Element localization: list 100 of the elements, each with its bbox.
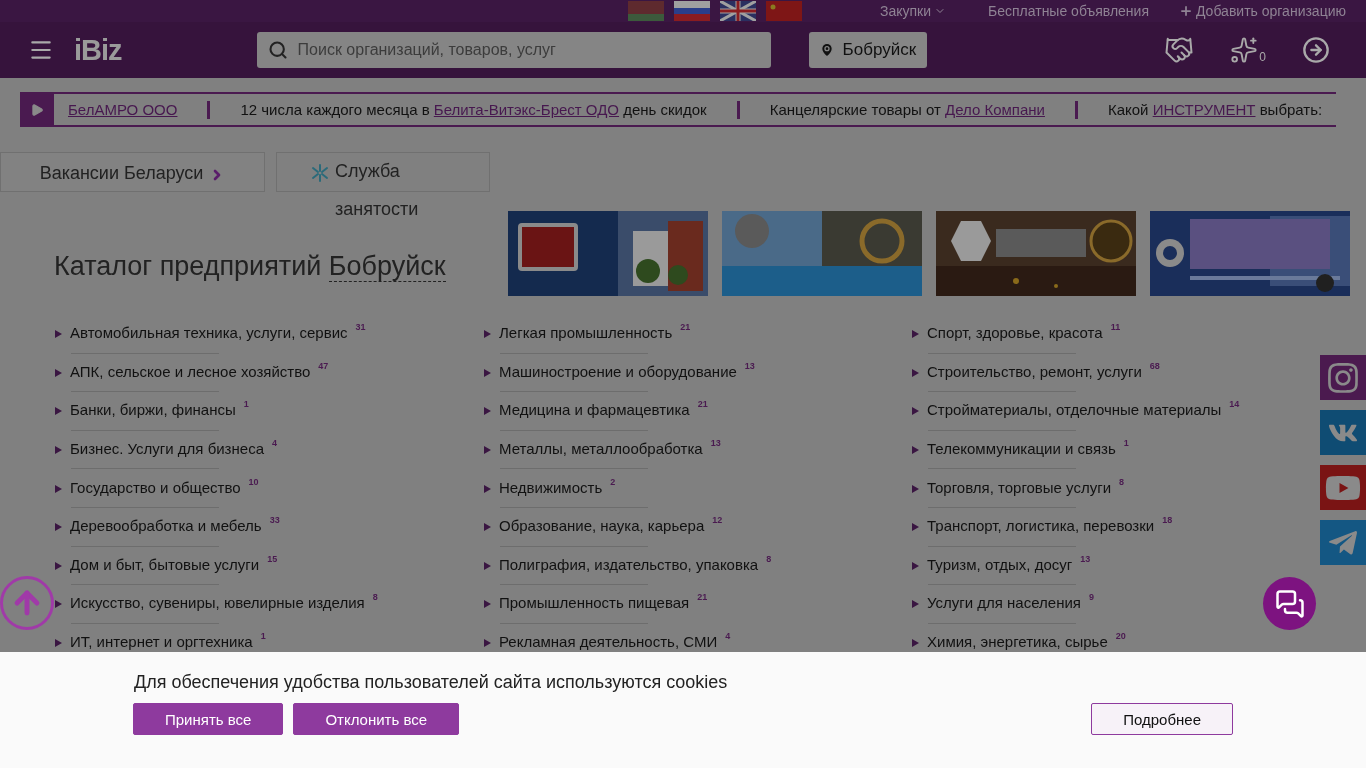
- asterisk-icon: [311, 164, 329, 182]
- decline-button[interactable]: Отклонить все: [293, 703, 460, 735]
- logo[interactable]: iBiz: [74, 33, 122, 67]
- category-link[interactable]: Строительство, ремонт, услуги: [927, 362, 1142, 380]
- category-link[interactable]: Деревообработка и мебель: [70, 517, 262, 535]
- category-link[interactable]: Услуги для населения: [927, 594, 1081, 612]
- item-count: 2: [610, 476, 616, 487]
- category-link[interactable]: Рекламная деятельность, СМИ: [499, 633, 718, 651]
- bullet-icon: [912, 368, 919, 377]
- bullet-icon: [912, 446, 919, 455]
- bullet-icon: [912, 407, 919, 416]
- handshake-icon[interactable]: [1164, 35, 1195, 65]
- company-link[interactable]: Белита-Витэкс-Брест ОДО: [433, 101, 620, 118]
- category-link[interactable]: Искусство, сувениры, ювелирные изделия: [70, 594, 365, 612]
- telegram-button[interactable]: [1320, 520, 1366, 565]
- accept-button[interactable]: Принять все: [133, 703, 284, 735]
- instagram-button[interactable]: [1320, 355, 1366, 400]
- add-organization-link[interactable]: Добавить организацию: [1179, 3, 1346, 19]
- item-count: 31: [355, 322, 366, 333]
- item-count: 1: [1123, 438, 1129, 449]
- ads-link[interactable]: Бесплатные объявления: [988, 3, 1149, 19]
- login-icon[interactable]: [1302, 36, 1330, 64]
- city-button[interactable]: Бобруйск: [808, 32, 927, 68]
- category-link[interactable]: Образование, наука, карьера: [499, 517, 705, 535]
- category-link[interactable]: Автомобильная техника, услуги, сервис: [70, 324, 348, 342]
- bullet-icon: [55, 407, 62, 416]
- category-link[interactable]: Медицина и фармацевтика: [499, 401, 690, 419]
- play-button[interactable]: [20, 94, 54, 125]
- item-count: 12: [712, 515, 723, 526]
- category-link[interactable]: ИТ, интернет и оргтехника: [70, 633, 253, 651]
- china-flag-icon[interactable]: [765, 1, 802, 21]
- bullet-icon: [484, 407, 491, 416]
- uk-flag-icon[interactable]: [719, 1, 756, 21]
- bullet-icon: [912, 561, 919, 570]
- bullet-icon: [55, 639, 62, 648]
- instagram-icon: [1326, 360, 1360, 395]
- category-link[interactable]: Химия, энергетика, сырье: [927, 633, 1108, 651]
- bullet-icon: [912, 600, 919, 609]
- russia-flag-icon[interactable]: [673, 1, 710, 21]
- category-link[interactable]: Транспорт, логистика, перевозки: [927, 517, 1155, 535]
- item-count: 33: [269, 515, 280, 526]
- bullet-icon: [484, 446, 491, 455]
- bullet-icon: [55, 484, 62, 493]
- item-count: 11: [1110, 322, 1121, 333]
- chat-button[interactable]: [1263, 577, 1316, 630]
- company-link[interactable]: БелАМРО ООО: [68, 101, 178, 118]
- item-count: 13: [1080, 553, 1091, 564]
- bullet-icon: [55, 561, 62, 570]
- company-link[interactable]: ИНСТРУМЕНТ: [1152, 101, 1256, 118]
- category-link[interactable]: Металлы, металлообработка: [499, 440, 703, 458]
- play-icon: [30, 102, 44, 117]
- item-count: 20: [1115, 631, 1126, 642]
- search-icon: [267, 40, 288, 60]
- vacancies-button[interactable]: Вакансии Беларуси: [0, 152, 265, 192]
- item-count: 13: [744, 360, 755, 371]
- bullet-icon: [484, 330, 491, 339]
- category-link[interactable]: Промышленность пищевая: [499, 594, 690, 612]
- item-count: 9: [1088, 592, 1094, 603]
- purchases-menu[interactable]: Закупки: [879, 3, 946, 19]
- bullet-icon: [55, 446, 62, 455]
- category-link[interactable]: Банки, биржи, финансы: [70, 401, 236, 419]
- category-link[interactable]: Туризм, отдых, досуг: [927, 555, 1073, 573]
- category-link[interactable]: АПК, сельское и лесное хозяйство: [70, 362, 311, 380]
- chat-icon: [1274, 588, 1305, 619]
- youtube-button[interactable]: [1320, 465, 1366, 510]
- details-button[interactable]: Подробнее: [1091, 703, 1233, 735]
- item-count: 8: [766, 553, 772, 564]
- category-link[interactable]: Легкая промышленность: [499, 324, 673, 342]
- item-count: 1: [243, 399, 249, 410]
- bullet-icon: [484, 368, 491, 377]
- category-link[interactable]: Бизнес. Услуги для бизнеса: [70, 440, 264, 458]
- item-count: 14: [1229, 399, 1240, 410]
- city-link[interactable]: Бобруйск: [328, 251, 446, 282]
- category-link[interactable]: Стройматериалы, отделочные материалы: [927, 401, 1222, 419]
- company-link[interactable]: Дело Компани: [945, 101, 1045, 118]
- item-count: 15: [267, 553, 278, 564]
- bullet-icon: [484, 484, 491, 493]
- bullet-icon: [55, 330, 62, 339]
- item-count: 8: [372, 592, 378, 603]
- item-count: 1: [260, 631, 266, 642]
- item-count: 10: [248, 476, 259, 487]
- item-count: 21: [697, 399, 708, 410]
- bullet-icon: [484, 523, 491, 532]
- bullet-icon: [912, 523, 919, 532]
- search-field[interactable]: Поиск организаций, товаров, услуг: [256, 32, 771, 68]
- item-count: 21: [697, 592, 708, 603]
- vk-button[interactable]: [1320, 410, 1366, 455]
- category-link[interactable]: Дом и быт, бытовые услуги: [70, 555, 260, 573]
- category-link[interactable]: Недвижимость: [499, 478, 603, 496]
- category-link[interactable]: Государство и общество: [70, 478, 241, 496]
- plus-icon: [1179, 4, 1193, 18]
- category-link[interactable]: Полиграфия, издательство, упаковка: [499, 555, 759, 573]
- item-count: 4: [725, 631, 731, 642]
- item-count: 13: [710, 438, 721, 449]
- category-link[interactable]: Торговля, торговые услуги: [927, 478, 1112, 496]
- category-link[interactable]: Машиностроение и оборудование: [499, 362, 737, 380]
- cookie-text: Для обеспечения удобства пользователей сайта используются cookies: [134, 672, 729, 693]
- ticker-text: Канцелярские товары от Дело Компани: [769, 101, 1045, 118]
- category-link[interactable]: Телекоммуникации и связь: [927, 440, 1116, 458]
- category-link[interactable]: Спорт, здоровье, красота: [927, 324, 1103, 342]
